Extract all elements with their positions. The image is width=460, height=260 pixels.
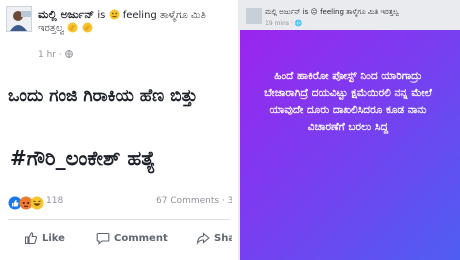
author-avatar[interactable] <box>6 6 32 32</box>
right-post-timestamp[interactable]: 19 mins · 🌐 <box>265 20 302 27</box>
haha-reaction-icon <box>30 195 44 214</box>
right-post: ಮಲ್ಲಿ ಅರ್ಜುನ್ is 😐 feeling ತಾಳ್ಮೆಗೂ ಮಿತಿ… <box>238 0 460 260</box>
comment-label: Comment <box>114 233 168 244</box>
globe-icon <box>64 50 73 59</box>
post-text-line-1: ಒಂದು ಗಂಜಿ ಗಿರಾಕಿಯ ಹೆಣ ಬಿತ್ತು <box>8 86 198 106</box>
left-post: ಮಲ್ಲಿ ಅರ್ಜುನ್ is feeling ತಾಳ್ಮೆಗೂ ಮಿತಿ ಇ… <box>0 0 232 260</box>
share-arrow-icon <box>196 232 210 246</box>
comment-button[interactable]: Comment <box>96 231 168 249</box>
feeling-text-2: ಇರತ್ತಲ್ವ <box>38 23 65 34</box>
post-timestamp[interactable]: 1 hr · <box>38 50 73 60</box>
like-button[interactable]: Like <box>24 231 65 249</box>
facepalm-emoji-icon <box>67 22 78 38</box>
thumbs-up-icon <box>24 232 37 245</box>
neutral-face-emoji-icon <box>109 9 120 25</box>
feeling-text: feeling ತಾಳ್ಮೆಗೂ ಮಿತಿ <box>122 10 206 21</box>
action-divider <box>8 219 230 220</box>
avatar-photo-icon <box>7 7 31 31</box>
status-card-text: ಹಿಂದೆ ಹಾಕಿರೋ ಪೋಸ್ಟ್ ನಿಂದ ಯಾರಿಗಾದ್ರು ಬೇಜಾ… <box>264 70 432 133</box>
comment-bubble-icon <box>96 232 110 245</box>
right-author-line[interactable]: ಮಲ್ಲಿ ಅರ್ಜುನ್ is 😐 feeling ತಾಳ್ಮೆಗೂ ಮಿತಿ… <box>265 8 457 17</box>
post-hashtag[interactable]: #ಗೌರಿ_ಲಂಕೇಶ್ ಹತ್ಯೆ <box>10 146 155 170</box>
status-background-card <box>240 30 460 260</box>
like-label: Like <box>42 233 65 244</box>
author-name[interactable]: ಮಲ್ಲಿ ಅರ್ಜುನ್ <box>38 8 94 21</box>
share-label: Share <box>214 233 232 244</box>
share-button[interactable]: Share <box>196 231 232 249</box>
is-text: is <box>97 10 106 21</box>
feeling-line-2: ಇರತ್ತಲ್ವ <box>38 22 93 38</box>
reaction-count[interactable]: 118 <box>46 196 63 206</box>
facepalm-emoji-icon-2 <box>82 22 93 38</box>
right-author-avatar[interactable] <box>246 8 262 24</box>
comments-shares-count[interactable]: 67 Comments · 3 Shares <box>156 196 232 206</box>
